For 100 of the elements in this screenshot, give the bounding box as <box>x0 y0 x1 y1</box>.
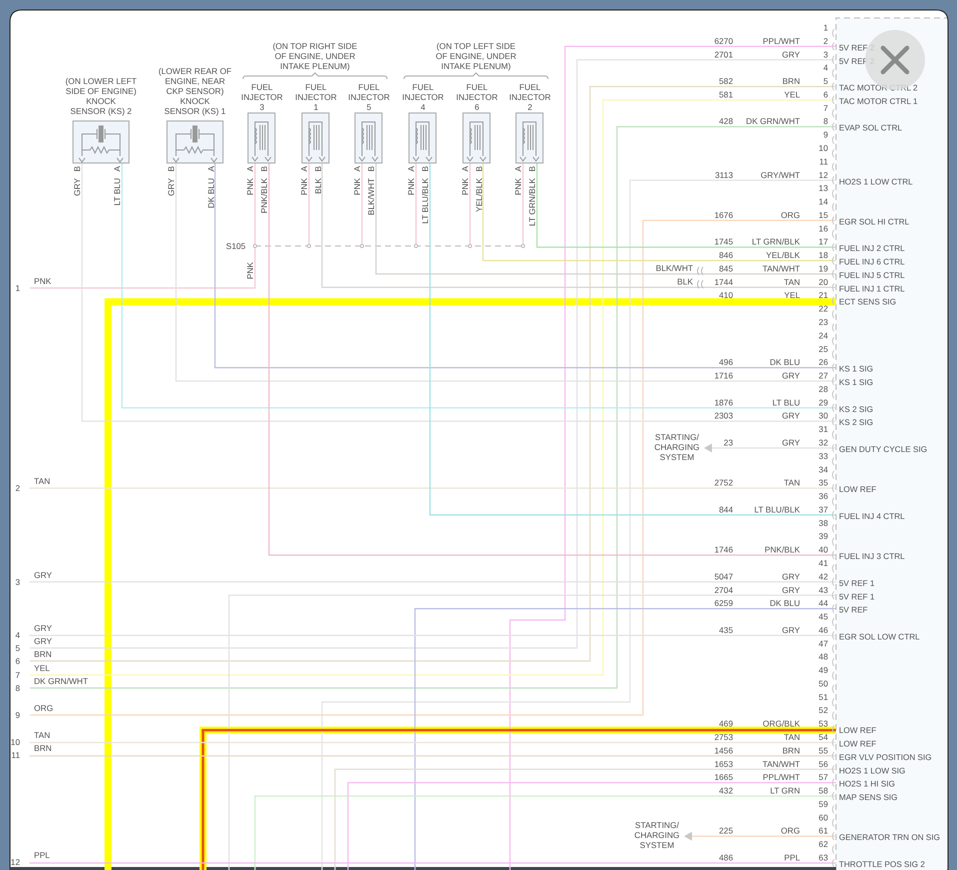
pin-number: 61 <box>818 826 828 836</box>
injector-label: FUEL INJECTOR 5 <box>348 82 390 112</box>
pin-letter: A <box>299 166 309 172</box>
circuit-number: 582 <box>719 76 733 86</box>
wire-color-label: PPL/WHT <box>762 36 800 46</box>
wire-color-label: GRY <box>166 178 176 196</box>
circuit-function-label: TAC MOTOR CTRL 2 <box>839 84 918 93</box>
wire-color-label: DK BLU <box>770 598 800 608</box>
pin-number: 40 <box>818 544 828 555</box>
circuit-number: 496 <box>719 357 733 368</box>
circuit-function-label: FUEL INJ 5 CTRL <box>839 270 905 280</box>
wire-color-label: DK GRN/WHT <box>34 676 88 686</box>
wire-color-label: TAN/WHT <box>762 263 800 274</box>
wire-color-label: GRY/WHT <box>760 170 800 180</box>
pin-number: 7 <box>15 670 20 680</box>
pin-letter: A <box>406 166 416 172</box>
pin-number: 48 <box>818 652 828 662</box>
circuit-number: 1653 <box>714 758 733 769</box>
pin-letter: A <box>460 166 470 172</box>
circuit-number: 1744 <box>714 276 733 287</box>
pin-number: 49 <box>818 665 828 676</box>
circuit-number: 581 <box>719 89 733 100</box>
wire-color-label: GRY <box>782 584 800 595</box>
wire-color-label: BRN <box>782 76 800 86</box>
pin-number: 43 <box>818 584 828 595</box>
circuit-function-label: FUEL INJ 3 CTRL <box>839 552 905 562</box>
pin-number: 5 <box>823 76 828 86</box>
circuit-function-label: LOW REF <box>839 485 876 494</box>
circuit-function-label: HO2S 1 HI SIG <box>839 780 895 789</box>
location-label: (ON TOP LEFT SIDE OF ENGINE, UNDER INTAKE PLENUM) <box>436 41 516 71</box>
fuel-injector-drawing <box>462 112 490 164</box>
wire-color-label: ORG <box>34 703 54 713</box>
destination-label: STARTING/ CHARGING SYSTEM <box>654 432 700 462</box>
pin-number: 31 <box>818 424 828 434</box>
pin-number: 37 <box>818 504 828 514</box>
circuit-number: 410 <box>719 290 733 300</box>
wire-color-label: GRY <box>34 636 52 646</box>
pin-number: 15 <box>818 210 828 220</box>
circuit-number: 435 <box>719 624 733 635</box>
fuel-injector-drawing <box>302 112 330 164</box>
pin-number: 50 <box>818 678 828 688</box>
circuit-number: 225 <box>719 826 733 836</box>
wire-color-label: PNK <box>406 178 416 196</box>
pin-number: 47 <box>818 638 828 648</box>
pin-number: 22 <box>818 304 828 314</box>
circuit-function-label: EGR SOL LOW CTRL <box>839 632 920 642</box>
circuit-number: 2303 <box>714 410 733 421</box>
pin-number: 3 <box>15 577 20 587</box>
inline-connector-icon <box>697 266 704 276</box>
circuit-function-label: ECT SENS SIG <box>839 298 896 307</box>
pin-number: 11 <box>819 156 828 166</box>
pin-number: 25 <box>818 344 828 354</box>
pin-number: 2 <box>15 483 20 493</box>
component-label: (ON LOWER LEFT SIDE OF ENGINE) KNOCK SENSOR (KS) 2 <box>65 76 137 116</box>
pin-number: 12 <box>818 170 828 180</box>
fuel-injector-drawing <box>408 112 436 164</box>
circuit-number: 2752 <box>714 478 733 488</box>
pin-letter: B <box>474 166 484 172</box>
wire-color-label: LT BLU/BLK <box>420 178 430 224</box>
wire-color-label: GRY <box>34 623 52 633</box>
fuel-injector-drawing <box>516 112 544 164</box>
wire-color-label: TAN <box>784 478 800 488</box>
wire-color-label: PPL <box>34 850 50 860</box>
pin-number: 16 <box>818 223 828 234</box>
pin-number: 59 <box>818 798 828 809</box>
circuit-number: 1746 <box>714 544 733 555</box>
pin-letter: B <box>420 166 430 172</box>
wire-color-label: BLK/WHT <box>656 262 693 273</box>
circuit-function-label: FUEL INJ 2 CTRL <box>839 244 905 254</box>
knock-sensor-drawing <box>72 120 130 164</box>
circuit-number: 6270 <box>714 36 733 46</box>
pin-number: 6 <box>15 656 20 666</box>
pin-number: 56 <box>818 758 828 769</box>
pin-number: 51 <box>818 692 828 702</box>
pin-number: 18 <box>818 250 828 260</box>
circuit-number: 2753 <box>714 732 733 742</box>
arrow-icon <box>684 832 692 841</box>
circuit-number: 1456 <box>714 745 733 756</box>
wire-color-label: LT GRN/BLK <box>527 178 537 226</box>
injector-label: FUEL INJECTOR 3 <box>241 82 283 112</box>
pin-letter: A <box>245 166 255 172</box>
pin-number: 41 <box>818 558 828 568</box>
circuit-number: 846 <box>719 250 733 260</box>
wire-color-label: DK BLU <box>206 178 216 208</box>
pin-number: 27 <box>818 370 828 381</box>
pin-number: 63 <box>818 852 828 862</box>
wire-color-label: DK GRN/WHT <box>746 116 800 126</box>
wire-color-label: TAN/WHT <box>762 758 800 769</box>
destination-label: STARTING/ CHARGING SYSTEM <box>634 820 680 850</box>
pin-letter: A <box>112 166 122 172</box>
pin-number: 11 <box>11 750 20 760</box>
pin-number: 9 <box>15 710 20 720</box>
wire-color-label: PNK <box>513 178 523 196</box>
wire-color-label: YEL <box>784 290 800 300</box>
pin-number: 21 <box>818 290 828 300</box>
circuit-function-label: 5V REF 1 <box>839 578 874 588</box>
circuit-number: 5047 <box>714 571 733 582</box>
component-label: (LOWER REAR OF ENGINE, NEAR CKP SENSOR) KNOCK SENSOR (KS) 1 <box>158 66 232 116</box>
pin-number: 44 <box>818 598 828 608</box>
pin-number: 7 <box>823 102 828 113</box>
